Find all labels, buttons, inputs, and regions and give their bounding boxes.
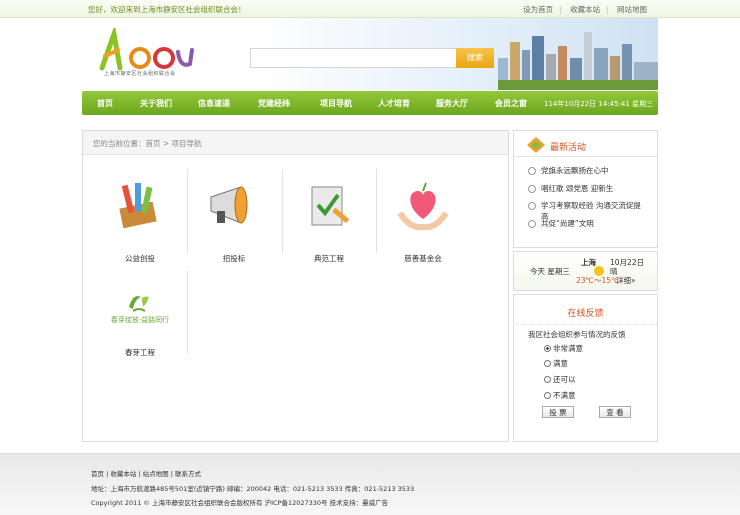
radio-icon[interactable] <box>544 360 551 367</box>
tile-label: 春芽工程 <box>125 348 155 357</box>
news-title: 最新活动 <box>550 143 587 153</box>
feedback-header: 在线反馈 <box>514 295 657 325</box>
tile-label: 典范工程 <box>314 254 344 263</box>
set-homepage-link[interactable]: 设为首页 <box>523 5 553 14</box>
activity-icon <box>527 137 545 153</box>
weather-temp: 23℃～15℃ <box>576 276 620 285</box>
top-links: 设为首页 | 收藏本站 | 网站地图 <box>523 5 647 14</box>
weather-today: 今天 星期三 <box>530 267 570 276</box>
view-results-button[interactable]: 查 看 <box>599 406 631 418</box>
site-header: 上海市静安区社会组织联合会 搜索 <box>82 18 658 90</box>
heart-hands-icon <box>397 182 449 231</box>
tile-label: 慈善基金会 <box>404 254 442 263</box>
divider <box>187 271 188 355</box>
nav-service[interactable]: 服务大厅 <box>436 98 468 109</box>
project-tile-charity[interactable]: 慈善基金会 <box>376 171 470 265</box>
bookmark-link[interactable]: 收藏本站 <box>570 5 600 14</box>
welcome-text: 您好，欢迎来到上海市静安区社会组织联合会！ <box>88 5 246 14</box>
news-item[interactable]: 学习考察取经验 沟通交流促提高 <box>528 200 643 221</box>
checkbook-icon <box>311 186 350 226</box>
search-input[interactable] <box>250 48 474 68</box>
feedback-option[interactable]: 满意 <box>544 358 568 369</box>
project-tile-model[interactable]: 典范工程 <box>282 171 376 265</box>
news-item[interactable]: 党旗永远飘扬在心中 <box>528 165 643 183</box>
sitemap-link[interactable]: 网站地图 <box>617 5 647 14</box>
footer-address: 地址：上海市万航渡路485号501室(近镇宁路) 邮编：200042 电话：02… <box>91 485 415 493</box>
project-tile-sprout[interactable]: 春芽绽放·益路同行 春芽工程 <box>93 277 187 371</box>
feedback-title: 在线反馈 <box>567 309 604 319</box>
project-panel: 您的当前位置：首页 > 项目导航 公益创投 招投标 典范工程 慈善基金会 春芽绽… <box>82 130 509 442</box>
weather-city: 上海 <box>581 258 596 267</box>
news-item[interactable]: 共促“尚建”文明 <box>528 218 643 236</box>
feedback-option[interactable]: 不满意 <box>544 390 576 401</box>
project-tile-bidding[interactable]: 招投标 <box>187 171 281 265</box>
site-footer: 首页 | 收藏本站 | 站点地图 | 联系方式 地址：上海市万航渡路485号50… <box>0 453 740 515</box>
weather-widget: 今天 星期三 上海 10月22日 晴 23℃～15℃ 详细» <box>513 251 658 291</box>
nav-datetime: 114年10月22日 14:45:41 星期三 <box>544 100 654 108</box>
nav-projects[interactable]: 项目导航 <box>320 98 352 109</box>
logo-subtitle: 上海市静安区社会组织联合会 <box>104 71 176 77</box>
nav-about[interactable]: 关于我们 <box>140 98 172 109</box>
city-skyline-image <box>498 32 658 90</box>
sprout-logo-icon <box>129 296 149 312</box>
search-button[interactable]: 搜索 <box>456 48 494 68</box>
feedback-question: 我区社会组织参与情况的反馈 <box>528 330 626 339</box>
latest-activities: 最新活动 党旗永远飘扬在心中 唱红歌 颂党恩 迎新生 学习考察取经验 沟通交流促… <box>513 130 658 248</box>
pencil-box-icon <box>119 183 157 229</box>
project-tile-venture[interactable]: 公益创投 <box>93 171 187 265</box>
sprout-logo-text: 春芽绽放·益路同行 <box>110 316 170 324</box>
news-header: 最新活动 <box>514 131 657 157</box>
nav-news[interactable]: 信息速递 <box>198 98 230 109</box>
main-nav: 首页 关于我们 信息速递 党建经纬 项目导航 人才培育 服务大厅 会员之窗 11… <box>82 91 658 115</box>
radio-icon[interactable] <box>544 376 551 383</box>
footer-links[interactable]: 首页 | 收藏本站 | 站点地图 | 联系方式 <box>91 468 201 478</box>
weather-detail-link[interactable]: 详细» <box>616 275 636 286</box>
tile-label: 公益创投 <box>125 254 155 263</box>
nav-talent[interactable]: 人才培育 <box>378 98 410 109</box>
news-item[interactable]: 唱红歌 颂党恩 迎新生 <box>528 183 643 201</box>
feedback-option[interactable]: 还可以 <box>544 374 576 385</box>
footer-copyright: Copyright 2011 © 上海市静安区社会组织联合会版权所有 沪ICP备… <box>91 499 389 507</box>
megaphone-icon <box>210 186 248 224</box>
nav-party[interactable]: 党建经纬 <box>258 98 290 109</box>
radio-icon[interactable] <box>544 392 551 399</box>
nav-members[interactable]: 会员之窗 <box>495 98 527 109</box>
nav-home[interactable]: 首页 <box>97 98 113 109</box>
breadcrumb: 您的当前位置：首页 > 项目导航 <box>83 131 508 155</box>
feedback-option[interactable]: 非常满意 <box>544 343 583 354</box>
top-bar: 您好，欢迎来到上海市静安区社会组织联合会！ 设为首页 | 收藏本站 | 网站地图 <box>0 0 740 18</box>
online-feedback: 在线反馈 我区社会组织参与情况的反馈 非常满意 满意 还可以 不满意 投 票 查… <box>513 294 658 442</box>
radio-selected-icon[interactable] <box>544 345 551 352</box>
vote-button[interactable]: 投 票 <box>542 406 574 418</box>
tile-label: 招投标 <box>222 254 246 263</box>
